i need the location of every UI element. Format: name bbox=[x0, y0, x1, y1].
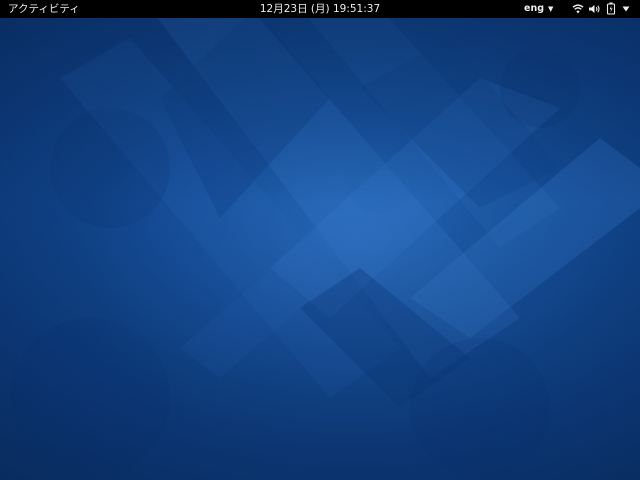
wifi-icon bbox=[572, 4, 584, 14]
input-source-button[interactable]: eng ▼ bbox=[524, 0, 553, 18]
battery-icon bbox=[606, 2, 616, 15]
input-source-label: eng bbox=[524, 3, 545, 14]
clock-button[interactable]: 12月23日 (月) 19:51:37 bbox=[260, 3, 380, 15]
system-status-menu[interactable] bbox=[570, 0, 636, 18]
desktop-screen: アクティビティ 12月23日 (月) 19:51:37 eng ▼ bbox=[0, 0, 640, 480]
top-bar: アクティビティ 12月23日 (月) 19:51:37 eng ▼ bbox=[0, 0, 640, 18]
volume-icon bbox=[589, 5, 600, 13]
desktop-wallpaper bbox=[0, 18, 640, 480]
system-menu-arrow-icon bbox=[622, 6, 630, 12]
wallpaper-geometric-pattern bbox=[0, 18, 640, 480]
activities-button[interactable]: アクティビティ bbox=[8, 0, 80, 18]
input-source-chevron-down-icon: ▼ bbox=[548, 5, 554, 13]
activities-label: アクティビティ bbox=[8, 3, 80, 15]
